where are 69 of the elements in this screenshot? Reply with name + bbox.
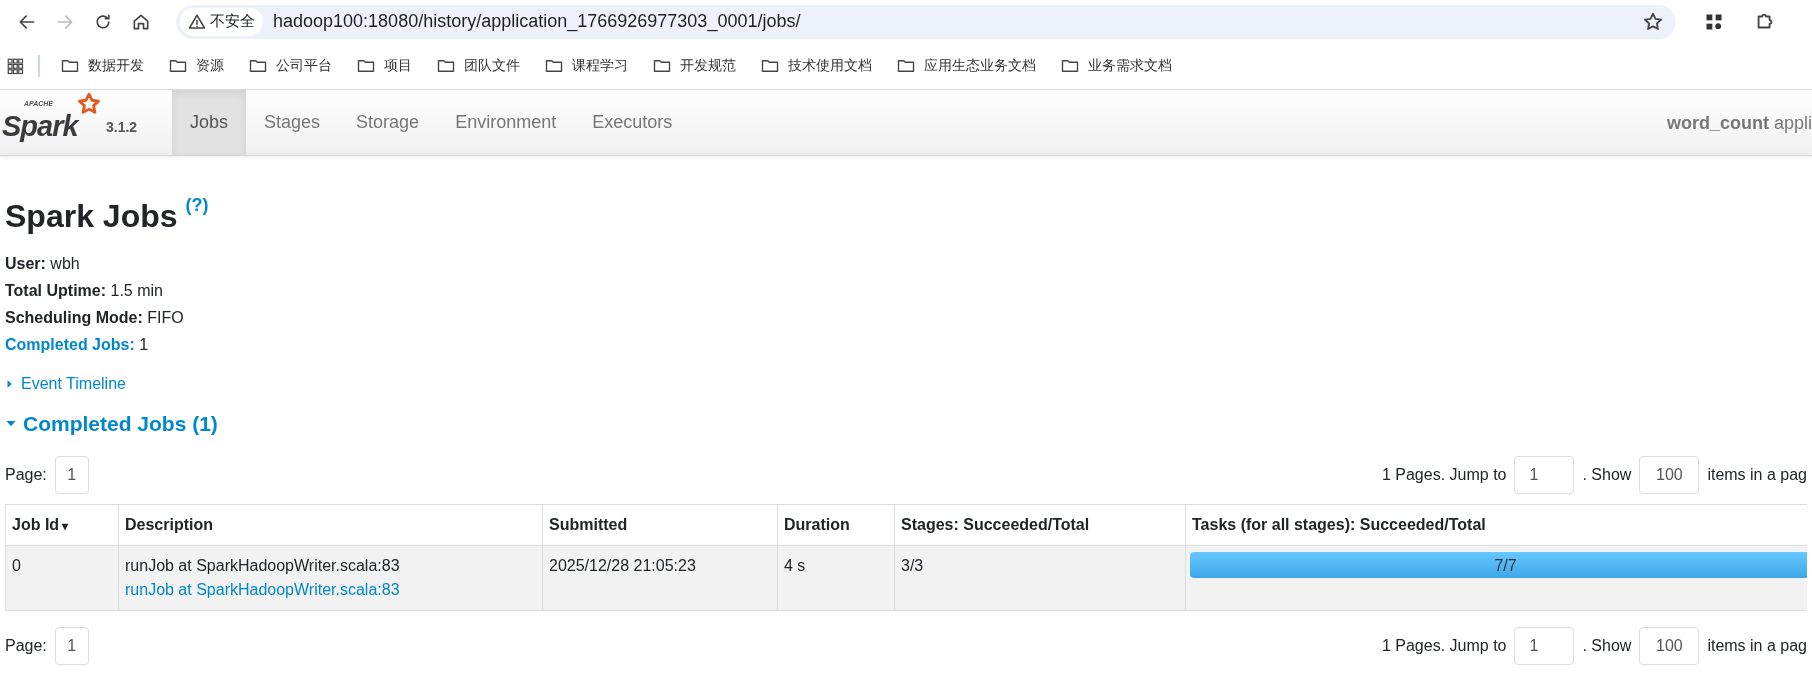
column-header: Tasks (for all stages): Succeeded/Total (1185, 504, 1807, 545)
jump-page-field[interactable]: 1 (1514, 455, 1575, 494)
bookmark-item[interactable]: 业务需求文档 (1048, 55, 1184, 77)
show-text: . Show (1582, 635, 1632, 656)
warning-icon (188, 12, 206, 31)
pages-text: 1 Pages. Jump to (1381, 464, 1507, 485)
bookmark-item[interactable]: 数据开发 (48, 55, 156, 77)
bookmark-item[interactable]: 开发规范 (640, 55, 748, 77)
show-text: . Show (1582, 464, 1632, 485)
page-title: Spark Jobs (5, 197, 178, 236)
folder-icon (436, 57, 456, 75)
section-heading[interactable]: Completed Jobs (1) (23, 408, 218, 440)
nav-tab[interactable]: Stages (246, 90, 339, 155)
folder-icon (544, 57, 564, 75)
description-text: runJob at SparkHadoopWriter.scala:83 (125, 555, 401, 576)
summary-item: Total Uptime: 1.5 min (5, 282, 163, 299)
url-text: hadoop100:18080/history/application_1766926977303_0001/jobs/ (273, 10, 802, 34)
nav-tab[interactable]: Jobs (172, 90, 247, 155)
timeline-toggle[interactable]: Event Timeline (21, 372, 126, 396)
description-link[interactable]: runJob at SparkHadoopWriter.scala:83 (125, 580, 400, 598)
summary-item: Scheduling Mode: FIFO (5, 309, 184, 326)
folder-icon (652, 57, 672, 75)
app-name: word_count appli (1666, 112, 1812, 135)
column-header[interactable]: Job Id ▾ (5, 504, 119, 545)
bookmark-item[interactable]: 课程学习 (532, 55, 640, 77)
bookmark-item[interactable]: 应用生态业务文档 (884, 55, 1048, 77)
table-cell: 4 s (777, 545, 895, 610)
bookmark-item[interactable]: 团队文件 (424, 55, 532, 77)
apps-grid-icon[interactable] (6, 57, 24, 75)
page-label: Page: (5, 635, 47, 656)
star-icon[interactable] (1642, 10, 1664, 33)
column-header: Description (118, 504, 543, 545)
nav-tab[interactable]: Environment (437, 90, 575, 155)
folder-icon (60, 57, 80, 75)
bookmark-item[interactable]: 资源 (156, 55, 236, 77)
summary-item: User: wbh (5, 255, 80, 272)
folder-icon (356, 57, 376, 75)
address-bar[interactable]: 不安全 hadoop100:18080/history/application_1766926977303_0001/jobs/ (176, 4, 1676, 39)
folder-icon (168, 57, 188, 75)
page-size-field[interactable]: 100 (1639, 455, 1700, 494)
column-header: Stages: Succeeded/Total (894, 504, 1186, 545)
logo-text: Spark (2, 110, 78, 142)
folder-icon (896, 57, 916, 75)
column-header: Duration (777, 504, 895, 545)
table-cell: 3/3 (894, 545, 1186, 610)
page-number-button[interactable]: 1 (54, 455, 89, 494)
page-number-button[interactable]: 1 (54, 626, 89, 665)
column-header: Submitted (542, 504, 778, 545)
version-label: 3.1.2 (106, 118, 138, 137)
bookmark-item[interactable]: 技术使用文档 (748, 55, 884, 77)
help-link[interactable]: (?) (185, 192, 209, 219)
nav-tab[interactable]: Storage (338, 90, 438, 155)
folder-icon (1060, 57, 1080, 75)
table-cell: 0 (5, 545, 119, 610)
folder-icon (760, 57, 780, 75)
progress-label: 7/7 (1493, 555, 1518, 576)
items-per-page-text: items in a pag (1707, 464, 1807, 485)
bookmark-item[interactable]: 公司平台 (236, 55, 344, 77)
nav-tab[interactable]: Executors (574, 90, 691, 155)
page-label: Page: (5, 464, 47, 485)
page-size-field[interactable]: 100 (1639, 626, 1700, 665)
security-badge[interactable]: 不安全 (180, 7, 263, 36)
pages-text: 1 Pages. Jump to (1381, 635, 1507, 656)
items-per-page-text: items in a pag (1707, 635, 1807, 656)
bookmark-item[interactable]: 项目 (344, 55, 424, 77)
folder-icon (248, 57, 268, 75)
table-cell: 2025/12/28 21:05:23 (542, 545, 778, 610)
summary-link[interactable]: Completed Jobs: 1 (5, 336, 149, 353)
jump-page-field[interactable]: 1 (1514, 626, 1575, 665)
